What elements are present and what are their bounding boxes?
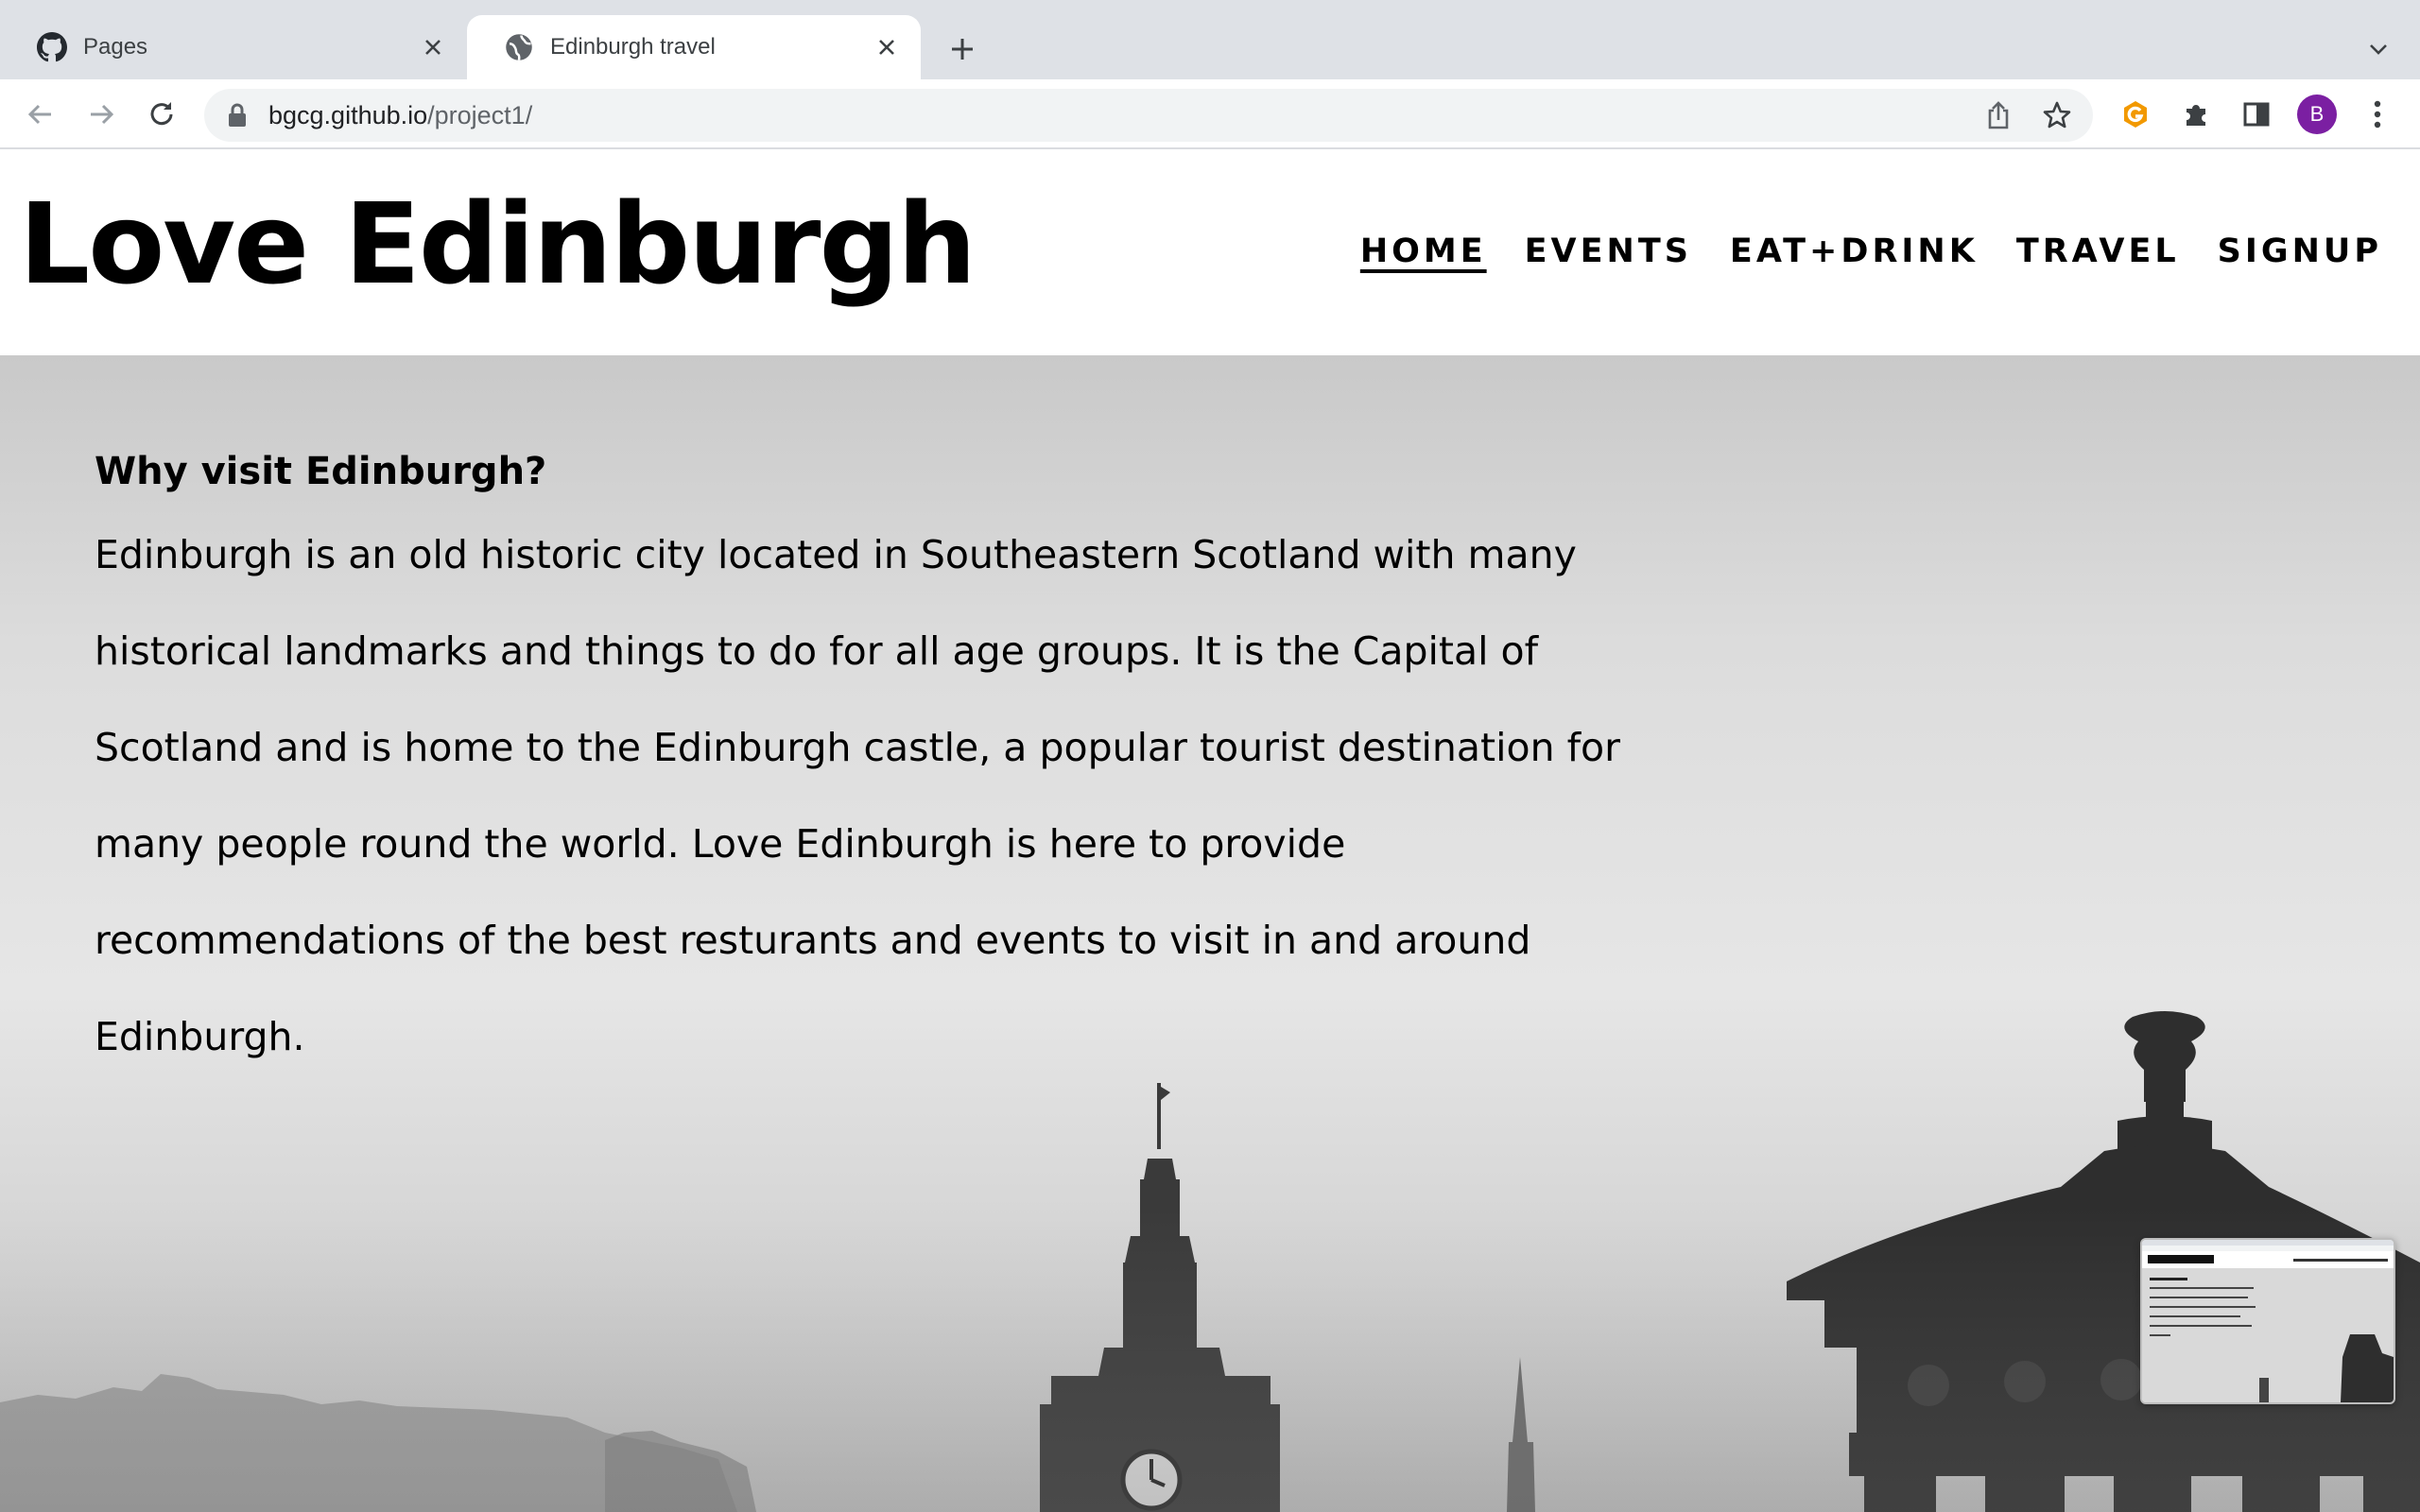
kebab-menu-icon[interactable]	[2358, 94, 2397, 134]
profile-avatar[interactable]: B	[2297, 94, 2337, 134]
close-tab-icon[interactable]	[414, 28, 452, 66]
url-text[interactable]: bgcg.github.io/project1/	[268, 101, 532, 130]
tab-title: Pages	[83, 34, 148, 60]
forward-arrow-icon[interactable]	[79, 93, 123, 136]
url-host: bgcg.github.io	[268, 101, 428, 129]
share-icon[interactable]	[1981, 98, 2015, 132]
url-path: /project1/	[427, 101, 533, 129]
screenshot-thumbnail[interactable]	[2140, 1238, 2395, 1404]
tab-pages[interactable]: Pages	[0, 15, 467, 79]
hero-section: Why visit Edinburgh? Edinburgh is an old…	[0, 355, 2420, 1512]
lock-icon[interactable]	[227, 102, 251, 129]
reload-icon[interactable]	[140, 93, 183, 136]
back-arrow-icon[interactable]	[19, 93, 62, 136]
chevron-down-icon[interactable]	[2358, 28, 2399, 70]
github-icon	[36, 31, 68, 63]
nav-events[interactable]: EVENTS	[1525, 232, 1692, 270]
intro-block: Why visit Edinburgh? Edinburgh is an old…	[95, 450, 1626, 1085]
address-bar[interactable]: bgcg.github.io/project1/	[204, 89, 2093, 142]
main-nav: HOME EVENTS EAT+DRINK TRAVEL SIGNUP	[1322, 232, 2382, 270]
site-header: Love Edinburgh HOME EVENTS EAT+DRINK TRA…	[0, 149, 2420, 355]
side-panel-icon[interactable]	[2237, 94, 2276, 134]
site-logo[interactable]: Love Edinburgh	[19, 182, 977, 306]
browser-tab-strip: Pages Edinburgh travel	[0, 0, 2420, 79]
nav-travel[interactable]: TRAVEL	[2016, 232, 2180, 270]
extensions-puzzle-icon[interactable]	[2176, 94, 2216, 134]
intro-paragraph: Edinburgh is an old historic city locate…	[95, 532, 1620, 1059]
tab-title: Edinburgh travel	[550, 34, 716, 60]
nav-home[interactable]: HOME	[1360, 232, 1487, 270]
new-tab-icon[interactable]	[942, 28, 983, 70]
globe-icon	[503, 31, 535, 63]
extension-g-icon[interactable]	[2116, 94, 2155, 134]
nav-eat-drink[interactable]: EAT+DRINK	[1730, 232, 1979, 270]
thumbnail-preview-image	[2142, 1240, 2394, 1402]
profile-initial: B	[2297, 94, 2337, 134]
intro-heading: Why visit Edinburgh?	[95, 450, 547, 493]
bookmark-star-icon[interactable]	[2040, 98, 2074, 132]
browser-toolbar: bgcg.github.io/project1/ B	[0, 79, 2420, 149]
tab-edinburgh-travel[interactable]: Edinburgh travel	[467, 15, 921, 79]
close-tab-icon[interactable]	[868, 28, 906, 66]
nav-signup[interactable]: SIGNUP	[2218, 232, 2382, 270]
